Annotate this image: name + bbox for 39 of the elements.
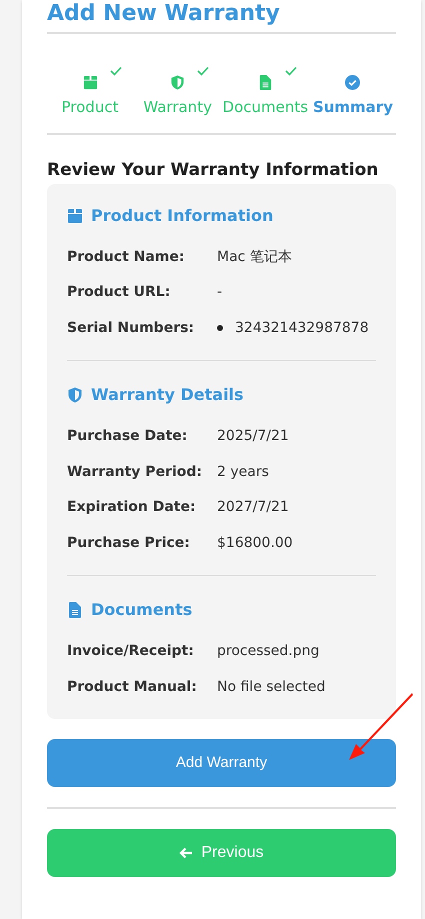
- field-value: $16800.00: [217, 534, 293, 553]
- field-value: Mac 笔记本: [217, 248, 292, 267]
- check-circle-icon: [345, 74, 360, 90]
- field-label: Invoice/Receipt:: [67, 642, 195, 662]
- section-title: Documents: [91, 599, 192, 621]
- field-value: 2025/7/21: [217, 427, 289, 446]
- field-value: -: [217, 283, 222, 302]
- field-label: Product Name:: [67, 248, 186, 267]
- field-label: Warranty Period:: [67, 462, 204, 482]
- step-label[interactable]: Summary: [312, 96, 393, 118]
- step-label[interactable]: Warranty: [143, 96, 212, 118]
- arrow-left-icon: [179, 847, 194, 859]
- box-icon: [82, 74, 98, 90]
- document-icon: [258, 74, 273, 90]
- section-title: Warranty Details: [91, 384, 244, 406]
- document-icon: [67, 602, 83, 618]
- add-warranty-button[interactable]: Add Warranty: [47, 739, 396, 787]
- field-label: Purchase Price:: [67, 534, 191, 553]
- field-value: No file selected: [217, 678, 326, 697]
- field-label: Serial Numbers:: [67, 318, 196, 338]
- step-label[interactable]: Documents: [222, 96, 308, 118]
- annotation-arrow: [346, 692, 414, 762]
- step-label[interactable]: Product: [62, 96, 118, 118]
- field-label: Product Manual:: [67, 678, 198, 697]
- previous-button[interactable]: Previous: [47, 829, 396, 877]
- field-value: 324321432987878: [235, 318, 369, 338]
- field-value: processed.png: [217, 642, 320, 662]
- shield-icon: [67, 387, 83, 403]
- field-label: Purchase Date:: [67, 427, 188, 446]
- box-icon: [67, 208, 83, 224]
- section-title: Product Information: [91, 204, 274, 226]
- field-value: 2 years: [217, 462, 269, 482]
- shield-icon: [170, 74, 186, 90]
- field-value: 2027/7/21: [217, 498, 289, 518]
- bullet-icon: [217, 325, 223, 332]
- field-label: Expiration Date:: [67, 498, 197, 518]
- page-title: Add New Warranty: [47, 0, 281, 28]
- section-heading: Review Your Warranty Information: [47, 158, 380, 180]
- field-label: Product URL:: [67, 283, 172, 302]
